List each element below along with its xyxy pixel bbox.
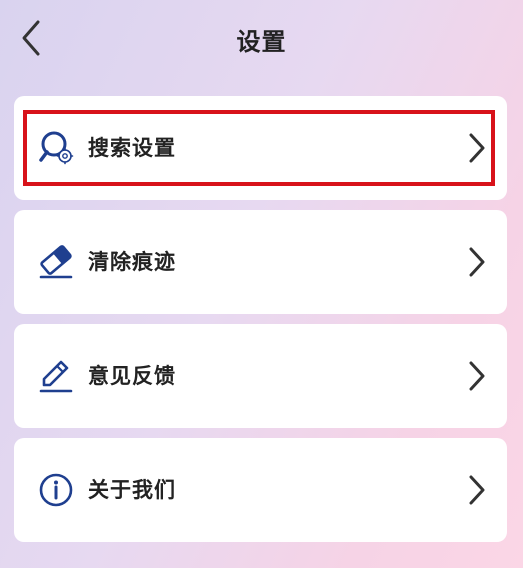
menu-item-label: 意见反馈 bbox=[88, 364, 176, 388]
eraser-icon bbox=[39, 245, 73, 279]
menu-item-label: 清除痕迹 bbox=[88, 250, 176, 274]
info-icon bbox=[39, 473, 73, 507]
menu-item-search-settings[interactable]: 搜索设置 bbox=[14, 96, 507, 200]
chevron-right-icon bbox=[469, 361, 485, 391]
pencil-icon bbox=[39, 360, 73, 393]
menu-item-about-us[interactable]: 关于我们 bbox=[14, 438, 507, 542]
menu-item-label: 搜索设置 bbox=[88, 136, 176, 160]
page-title: 设置 bbox=[236, 28, 287, 56]
chevron-right-icon bbox=[469, 475, 485, 505]
chevron-right-icon bbox=[469, 133, 485, 163]
menu-item-feedback[interactable]: 意见反馈 bbox=[14, 324, 507, 428]
menu-item-clear-traces[interactable]: 清除痕迹 bbox=[14, 210, 507, 314]
top-bar: 设置 bbox=[0, 0, 523, 80]
menu-item-label: 关于我们 bbox=[88, 478, 176, 502]
chevron-right-icon bbox=[469, 247, 485, 277]
search-settings-icon bbox=[39, 131, 74, 165]
